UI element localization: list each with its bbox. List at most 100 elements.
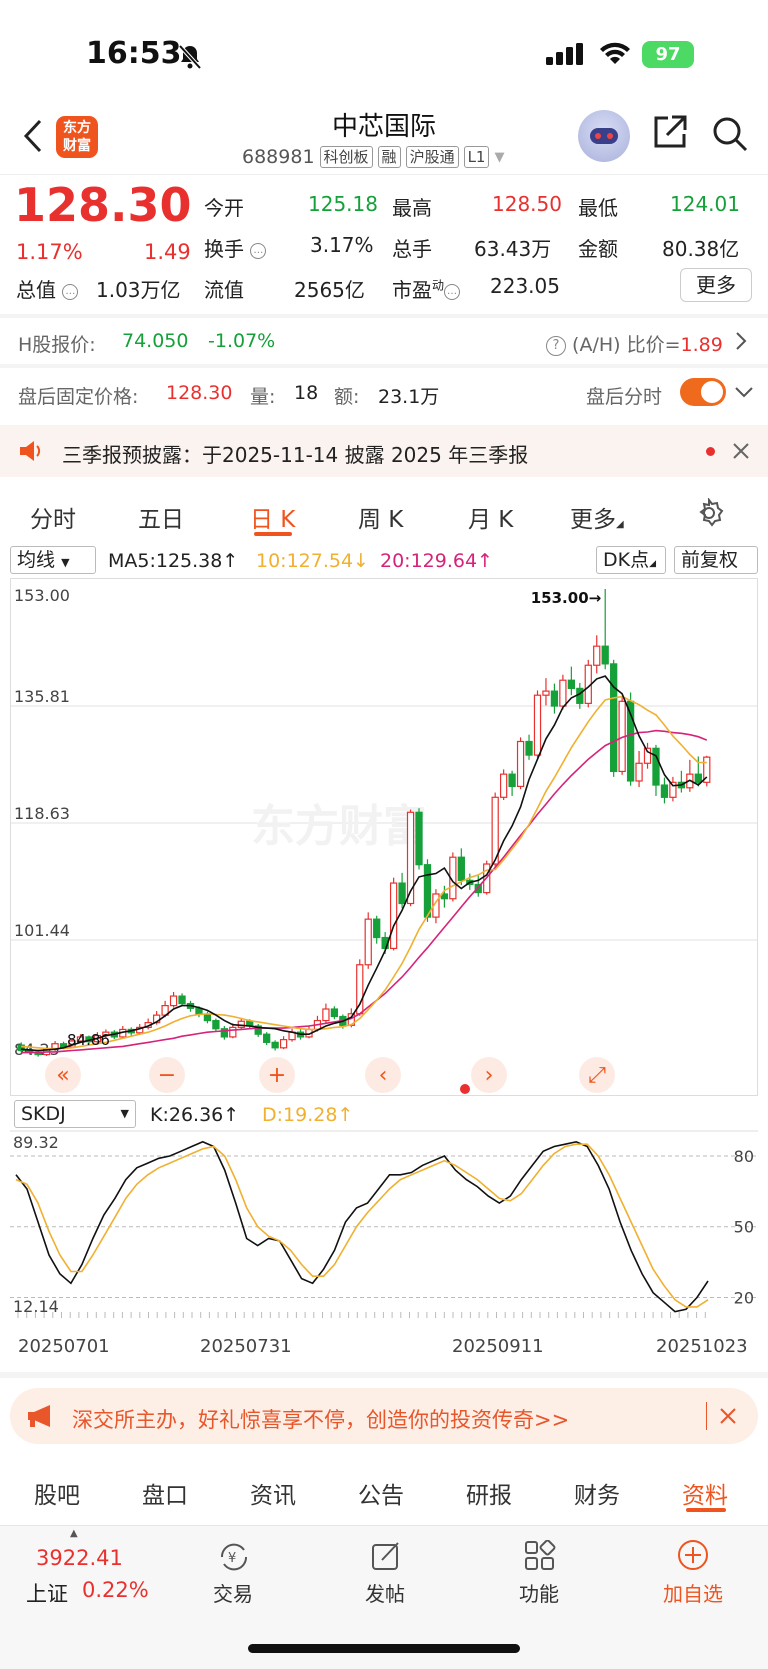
wifi-icon [598,40,632,70]
kline-svg[interactable]: 153.00135.81118.63101.4484.25东方财富153.00→… [11,579,757,1095]
ma20-line [21,729,708,1054]
hshare-pct: -1.07% [208,330,276,352]
up-caret-icon: ▲ [70,1528,78,1539]
function-grid-icon[interactable] [524,1539,556,1576]
turnover-label[interactable]: 换手 … [204,233,267,262]
add-watchlist-icon[interactable] [676,1538,710,1576]
tab-monthly-k[interactable]: 月 K [468,500,513,534]
info-icon[interactable]: … [444,283,461,300]
chevron-right-icon[interactable] [734,330,748,356]
chart-nav-icon: − [158,1063,176,1088]
question-icon[interactable]: ? [546,335,566,356]
kdj-chart[interactable]: 80 50 20 89.32 12.14 [10,1130,758,1320]
hshare-price: 74.050 [122,330,189,352]
after-hours-tick-label: 盘后分时 [586,386,663,408]
low-label: 最低 [578,196,618,220]
after-hours-label: 盘后固定价格: [18,386,139,408]
tab-news[interactable]: 资讯 [250,1476,296,1510]
index-value[interactable]: 3922.41 [36,1546,123,1570]
candle-body [330,1008,339,1018]
divider [0,174,768,175]
mktcap-label[interactable]: 总值 … [16,274,79,303]
kdj-right-tick: 80 [734,1147,754,1166]
after-hours-toggle[interactable] [680,378,726,406]
indicator-select[interactable]: 均线 ▼ [10,546,96,574]
adjust-button[interactable]: 前复权 [674,546,758,574]
trade-icon[interactable]: ¥ [216,1540,252,1578]
section-gap [0,314,768,318]
kline-chart[interactable]: 153.00 135.81 118.63 101.44 84.25 东方财富 153.00→… [10,578,758,1096]
tab-profile[interactable]: 资料 [682,1476,728,1510]
change-percent: 1.17% [16,240,83,264]
tab-announcements[interactable]: 公告 [358,1476,404,1510]
amount-label: 金额 [578,237,618,261]
tab-research[interactable]: 研报 [466,1476,512,1510]
post-edit-icon[interactable] [370,1540,402,1576]
tag-connect: 沪股通 [405,146,459,168]
info-tabs: 股吧 盘口 资讯 公告 研报 财务 资料 [0,1462,768,1524]
chart-nav-icon: « [56,1063,69,1088]
tab-finance[interactable]: 财务 [574,1476,620,1510]
mktcap-value: 1.03万亿 [96,278,181,302]
candle-body [229,1026,237,1038]
tab-intraday[interactable]: 分时 [30,500,76,534]
candle-body [550,690,559,707]
share-icon[interactable] [652,114,688,154]
notice-text[interactable]: 三季报预披露：于2025-11-14 披露 2025 年三季报 [62,439,528,468]
candle-body [610,663,618,773]
kdj-min-label: 12.14 [13,1297,59,1316]
index-pct[interactable]: 0.22% [82,1578,149,1602]
function-label[interactable]: 功能 [494,1578,584,1607]
candle-body [415,811,423,866]
active-info-tab-indicator [686,1508,726,1512]
close-icon[interactable] [732,442,750,464]
candle-body [525,740,533,756]
assistant-robot-icon[interactable] [578,110,630,162]
speaker-icon [18,440,44,466]
candle-body [593,645,601,666]
more-button[interactable]: 更多 [680,268,752,302]
ah-ratio[interactable]: ? (A/H) 比价=1.89 [546,330,723,357]
kdj-svg[interactable]: 80 50 20 89.32 12.14 [10,1130,758,1320]
promo-text[interactable]: 深交所主办，好礼惊喜享不停，创造你的投资传奇>> [72,1404,569,1434]
cellular-signal-icon [546,43,586,69]
kdj-d-line [15,1143,709,1308]
post-label[interactable]: 发帖 [340,1578,430,1607]
info-icon[interactable]: … [250,242,267,259]
ma5-value: MA5:125.38↑ [108,550,239,572]
pe-value: 223.05 [490,274,560,298]
candle-body [660,784,669,798]
kdj-select[interactable]: SKDJ ▼ [14,1100,136,1128]
stock-code-row[interactable]: 688981 科创板 融 沪股通 L1 ▼ [242,146,504,168]
banner-divider [706,1402,707,1430]
info-icon[interactable]: … [62,283,79,300]
dropdown-caret-icon[interactable]: ▼ [494,150,504,165]
candle-body [508,773,516,788]
megaphone-icon [26,1404,56,1432]
banner-close-icon[interactable] [720,1408,736,1428]
dk-point-button[interactable]: DK点◢ [596,546,666,574]
search-icon[interactable] [712,116,748,156]
tab-forum[interactable]: 股吧 [34,1476,80,1510]
after-hours-vol: 18 [294,382,319,404]
settings-gear-icon[interactable] [694,497,724,534]
add-watchlist-label[interactable]: 加自选 [648,1578,738,1607]
pe-label[interactable]: 市盈动… [392,274,461,303]
chevron-down-icon[interactable] [734,384,754,403]
tab-orderbook[interactable]: 盘口 [142,1476,188,1510]
tab-more[interactable]: 更多◢ [570,500,624,534]
index-name[interactable]: 上证 [26,1578,68,1608]
open-label: 今开 [204,196,244,220]
tab-five-day[interactable]: 五日 [138,500,184,534]
change-amount: 1.49 [144,240,191,264]
section-gap [0,1372,768,1378]
candle-body [652,747,660,786]
date-label-2: 20250731 [200,1336,292,1357]
chart-nav-icon: + [268,1063,286,1088]
candle-body [212,1019,220,1030]
candle-body [169,995,178,1007]
trade-label[interactable]: 交易 [188,1578,278,1607]
tab-weekly-k[interactable]: 周 K [358,500,403,534]
tab-daily-k[interactable]: 日 K [250,500,295,534]
open-value: 125.18 [308,192,378,216]
